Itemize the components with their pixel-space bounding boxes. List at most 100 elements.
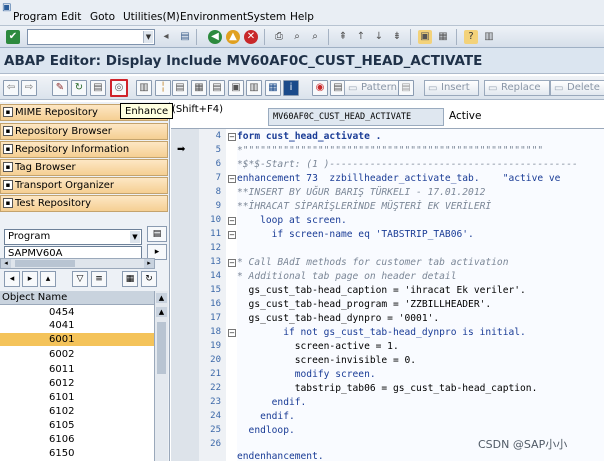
object-list: 0454 4041 6001 6002 6011 6012 6101 6102 … bbox=[0, 305, 154, 461]
scroll-right-icon[interactable]: ▸ bbox=[144, 259, 154, 268]
refresh-icon[interactable]: ↻ bbox=[141, 271, 157, 287]
forward-arrow-icon[interactable]: ⇨ bbox=[21, 80, 37, 96]
object-list-icon[interactable]: ▤ bbox=[209, 80, 225, 96]
replace-button[interactable]: ▭ Replace bbox=[484, 80, 550, 96]
print-icon[interactable]: ⎙ bbox=[272, 30, 286, 44]
list-item[interactable]: 6011 bbox=[0, 363, 154, 376]
scroll-left-icon[interactable]: ◂ bbox=[1, 259, 11, 268]
code-line: tabstrip_tab06 = gs_cust_tab-head_captio… bbox=[237, 383, 538, 394]
save-history-icon[interactable]: ◂ bbox=[159, 30, 173, 44]
list-item[interactable]: 0454 bbox=[0, 306, 154, 319]
up-hierarchy-icon[interactable]: ▴ bbox=[40, 271, 56, 287]
fold-toggle-icon[interactable]: − bbox=[228, 231, 236, 239]
active-inactive-icon[interactable]: ↻ bbox=[71, 80, 87, 96]
menu-help[interactable]: Help bbox=[290, 11, 314, 23]
back-arrow-icon[interactable]: ⇦ bbox=[3, 80, 19, 96]
find-icon[interactable]: ⌕ bbox=[290, 30, 304, 44]
breakpoint-icon[interactable]: ▥ bbox=[246, 80, 262, 96]
list-item[interactable]: 6101 bbox=[0, 391, 154, 404]
list-item[interactable]: 6012 bbox=[0, 377, 154, 390]
menu-goto[interactable]: Goto bbox=[90, 11, 115, 23]
scroll-thumb[interactable] bbox=[15, 260, 75, 267]
line-number: 19 bbox=[210, 341, 221, 351]
line-number: 26 bbox=[210, 439, 221, 449]
list-item[interactable]: 6105 bbox=[0, 419, 154, 432]
fold-toggle-icon[interactable]: − bbox=[228, 175, 236, 183]
scroll-up-step-icon[interactable]: ▲ bbox=[156, 307, 167, 317]
fold-toggle-icon[interactable]: − bbox=[228, 329, 236, 337]
where-used-icon[interactable]: ▦ bbox=[191, 80, 207, 96]
vertical-scrollbar[interactable]: ▲ ▲ bbox=[154, 291, 168, 461]
first-page-icon[interactable]: ⇞ bbox=[336, 30, 350, 44]
layout-menu-icon[interactable]: ▥ bbox=[482, 30, 496, 44]
last-page-icon[interactable]: ⇟ bbox=[390, 30, 404, 44]
menu-program[interactable]: Program bbox=[13, 11, 57, 23]
check-icon[interactable]: ▥ bbox=[136, 80, 152, 96]
fold-toggle-icon[interactable]: − bbox=[228, 133, 236, 141]
line-number: 24 bbox=[210, 411, 221, 421]
code-editor[interactable]: ➡ 4 5 6 7 8 9 10 11 12 13 14 15 16 17 18… bbox=[171, 128, 604, 461]
list-item-selected[interactable]: 6001 bbox=[0, 333, 154, 346]
expand-icon[interactable]: ≡ bbox=[91, 271, 107, 287]
previous-page-icon[interactable]: ↑ bbox=[354, 30, 368, 44]
collapse-icon[interactable]: ▽ bbox=[72, 271, 88, 287]
insert-button[interactable]: ▭ Insert bbox=[424, 80, 479, 96]
display-object-list-icon[interactable]: ▦ bbox=[265, 80, 281, 96]
display-change-icon[interactable]: ✎ bbox=[52, 80, 68, 96]
list-item[interactable]: 6106 bbox=[0, 433, 154, 446]
help-icon[interactable]: ? bbox=[464, 30, 478, 44]
menu-environment[interactable]: Environment bbox=[180, 11, 247, 23]
transport-organizer-button[interactable]: ▪ Transport Organizer bbox=[0, 177, 168, 194]
set-breakpoint-icon[interactable]: ◉ bbox=[312, 80, 328, 96]
line-number: 22 bbox=[210, 383, 221, 393]
repository-info-system-button[interactable]: ▪Repository Information System bbox=[0, 141, 168, 170]
info-icon[interactable]: i bbox=[283, 80, 299, 96]
line-number: 9 bbox=[215, 201, 221, 211]
horizontal-scrollbar[interactable]: ◂ ▸ bbox=[0, 258, 155, 269]
pattern-button[interactable]: ▭ Pattern bbox=[344, 80, 406, 96]
delete-button[interactable]: ▭ Delete bbox=[550, 80, 604, 96]
object-list-toolbar: ◂ ▸ ▴ ▽ ≡ ▦ ↻ bbox=[0, 269, 170, 289]
new-session-icon[interactable]: ▣ bbox=[418, 30, 432, 44]
save-icon[interactable]: ▤ bbox=[178, 30, 192, 44]
code-line: **INSERT BY UĞUR BARIŞ TÜRKELI - 17.01.2… bbox=[237, 187, 486, 198]
scroll-thumb[interactable] bbox=[157, 322, 166, 374]
enhance-spiral-icon[interactable]: ◎ bbox=[110, 79, 128, 97]
next-page-icon[interactable]: ↓ bbox=[372, 30, 386, 44]
repository-browser-button[interactable]: ▪ Repository Browser bbox=[0, 123, 168, 140]
shortcut-icon[interactable]: ▦ bbox=[436, 30, 450, 44]
line-number: 11 bbox=[210, 229, 221, 239]
scroll-up-icon[interactable]: ▲ bbox=[156, 293, 167, 303]
menu-edit[interactable]: Edit bbox=[61, 11, 81, 23]
find-next-icon[interactable]: ⌕ bbox=[308, 30, 322, 44]
chevron-down-icon[interactable]: ▼ bbox=[130, 231, 140, 243]
tree-icon[interactable]: ▦ bbox=[122, 271, 138, 287]
command-field[interactable]: ▼ bbox=[27, 29, 155, 45]
chevron-down-icon[interactable]: ▼ bbox=[143, 31, 153, 43]
list-item[interactable]: 6002 bbox=[0, 348, 154, 361]
exit-icon[interactable]: ▲ bbox=[226, 30, 240, 44]
fold-toggle-icon[interactable]: − bbox=[228, 259, 236, 267]
object-type-select[interactable]: Program ▼ bbox=[4, 229, 142, 245]
activate-icon[interactable]: ╎ bbox=[155, 80, 171, 96]
concatenate-icon[interactable]: ▤ bbox=[398, 80, 414, 96]
navigation-window-icon[interactable]: ▣ bbox=[228, 80, 244, 96]
fold-toggle-icon[interactable]: − bbox=[228, 217, 236, 225]
code-line: if screen-name eq 'TABSTRIP_TAB06'. bbox=[237, 229, 474, 240]
line-number: 5 bbox=[215, 145, 221, 155]
cancel-icon[interactable]: ✕ bbox=[244, 30, 258, 44]
menu-utilities[interactable]: Utilities(M) bbox=[123, 11, 180, 23]
other-object-icon[interactable]: ▤ bbox=[90, 80, 106, 96]
back-icon[interactable]: ◀ bbox=[208, 30, 222, 44]
test-repository-button[interactable]: ▪ Test Repository bbox=[0, 195, 168, 212]
list-item[interactable]: 6102 bbox=[0, 405, 154, 418]
tag-browser-button[interactable]: ▪ Tag Browser bbox=[0, 159, 168, 176]
line-number: 4 bbox=[215, 131, 221, 141]
next-object-icon[interactable]: ▸ bbox=[22, 271, 38, 287]
object-type-side-icon[interactable]: ▤ bbox=[147, 226, 167, 242]
previous-object-icon[interactable]: ◂ bbox=[4, 271, 20, 287]
menu-system[interactable]: System bbox=[247, 11, 286, 23]
enter-icon[interactable]: ✔ bbox=[6, 30, 20, 44]
test-icon[interactable]: ▤ bbox=[172, 80, 188, 96]
list-item[interactable]: 4041 bbox=[0, 319, 154, 332]
